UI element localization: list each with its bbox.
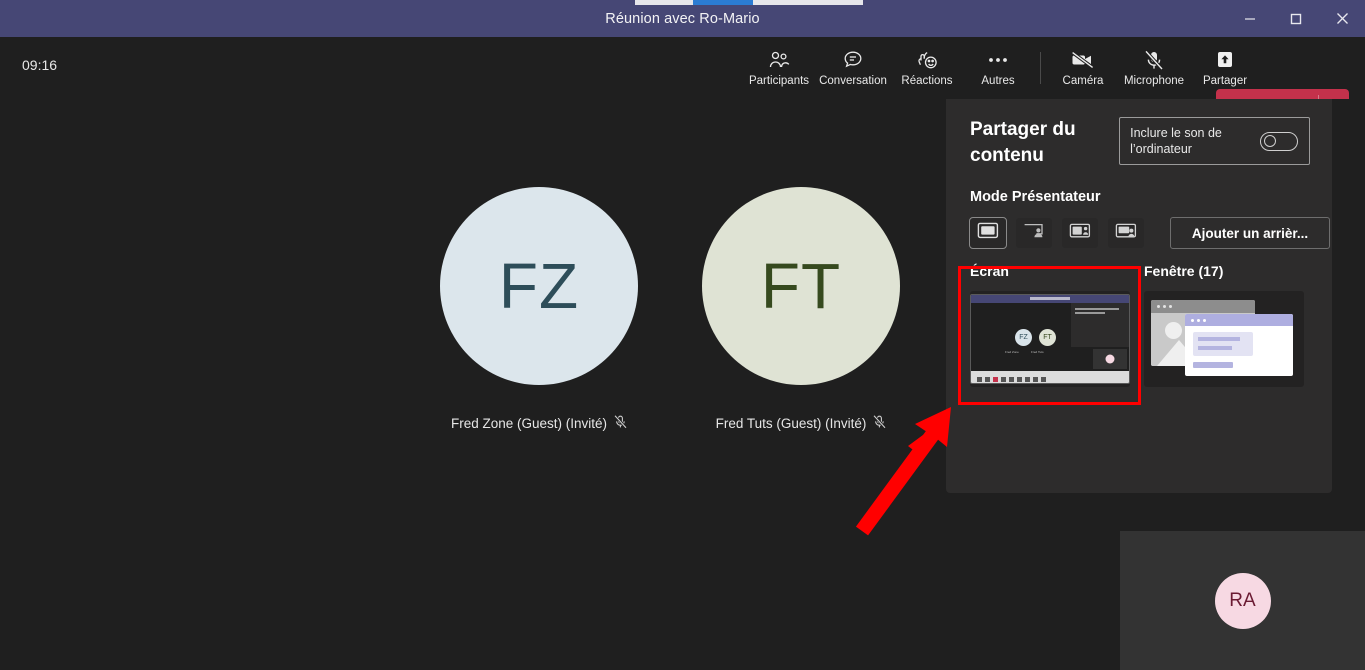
- content-only-icon: [977, 222, 999, 244]
- share-up-arrow-icon: [1214, 49, 1236, 71]
- avatar-initials: RA: [1229, 589, 1256, 611]
- avatar: FZ: [440, 187, 638, 385]
- screen-thumbnail[interactable]: FZ FT Fred Zone Fred Tuts: [970, 291, 1130, 387]
- toolbar-label: Partager: [1202, 75, 1248, 87]
- toolbar-button-microphone[interactable]: Microphone: [1117, 40, 1191, 96]
- include-computer-sound-toggle[interactable]: Inclure le son de l’ordinateur: [1119, 117, 1310, 165]
- tab-segment: [635, 0, 693, 5]
- close-icon[interactable]: [1319, 0, 1365, 37]
- toolbar-button-conversation[interactable]: Conversation: [816, 40, 890, 96]
- toolbar-buttons: Participants Conversation Réactions Autr…: [742, 37, 1259, 99]
- side-by-side-icon: [1069, 222, 1091, 244]
- participant-tile[interactable]: FT Fred Tuts (Guest) (Invité): [702, 187, 900, 432]
- toolbar-button-camera[interactable]: Caméra: [1049, 40, 1117, 96]
- toolbar-label: Microphone: [1123, 75, 1185, 87]
- presenter-mode-reporter[interactable]: [1108, 218, 1144, 248]
- presenter-mode-content-only[interactable]: [969, 217, 1007, 249]
- avatar: FT: [702, 187, 900, 385]
- share-source-screen[interactable]: Écran FZ FT Fred Zone Fred Tuts: [946, 263, 1130, 387]
- camera-off-icon: [1071, 49, 1095, 71]
- share-panel-title: Partager du contenu: [970, 119, 1076, 166]
- share-panel-header: Partager du contenu Inclure le son de l’…: [946, 99, 1332, 169]
- reactions-icon: [917, 49, 938, 71]
- ellipsis-icon: [987, 49, 1009, 71]
- people-icon: [769, 49, 790, 71]
- tab-strip: [635, 0, 925, 5]
- add-background-button[interactable]: Ajouter un arrièr...: [1170, 217, 1330, 249]
- standout-icon: [1023, 222, 1045, 244]
- toolbar-label: Caméra: [1062, 75, 1104, 87]
- mic-muted-icon: [614, 414, 627, 432]
- avatar-initials: FZ: [498, 250, 580, 322]
- window-thumbnail[interactable]: [1144, 291, 1304, 387]
- share-sources: Écran FZ FT Fred Zone Fred Tuts Fenêtre …: [946, 263, 1332, 387]
- teams-meeting-window: Réunion avec Ro-Mario 09:16 Participants…: [0, 0, 1365, 670]
- toolbar-button-participants[interactable]: Participants: [742, 40, 816, 96]
- toolbar-button-more[interactable]: Autres: [964, 40, 1032, 96]
- participant-name: Fred Tuts (Guest) (Invité): [715, 416, 867, 431]
- participant-tile[interactable]: FZ Fred Zone (Guest) (Invité): [440, 187, 638, 432]
- toolbar-divider: [1040, 52, 1041, 84]
- window-preview: [1147, 296, 1302, 382]
- avatar-initials: FT: [760, 250, 842, 322]
- toolbar-button-reactions[interactable]: Réactions: [890, 40, 964, 96]
- window-controls: [1227, 0, 1365, 37]
- tab-segment: [753, 0, 863, 5]
- chat-icon: [843, 49, 863, 71]
- title-bar: Réunion avec Ro-Mario: [0, 0, 1365, 37]
- participant-name-row: Fred Zone (Guest) (Invité): [450, 414, 627, 432]
- share-source-label: Fenêtre (17): [1144, 263, 1224, 279]
- presenter-mode-options: Ajouter un arrièr...: [969, 217, 1332, 249]
- mic-muted-icon: [873, 414, 887, 432]
- presenter-mode-title: Mode Présentateur: [970, 189, 1101, 205]
- tab-segment-active: [693, 0, 753, 5]
- toggle-knob: [1264, 135, 1276, 147]
- include-computer-sound-label: Inclure le son de l’ordinateur: [1130, 126, 1222, 156]
- share-source-label: Écran: [970, 263, 1009, 279]
- share-content-panel: Partager du contenu Inclure le son de l’…: [946, 99, 1332, 493]
- toolbar-label: Conversation: [819, 75, 887, 87]
- toolbar-label: Réactions: [901, 75, 953, 87]
- toolbar-label: Autres: [981, 75, 1015, 87]
- participant-tiles: FZ Fred Zone (Guest) (Invité) FT Fred Tu…: [440, 187, 940, 457]
- presenter-mode-standout[interactable]: [1016, 218, 1052, 248]
- toolbar-button-share[interactable]: Partager: [1191, 40, 1259, 96]
- maximize-icon[interactable]: [1273, 0, 1319, 37]
- avatar: RA: [1214, 572, 1271, 629]
- participant-name: Fred Zone (Guest) (Invité): [450, 416, 608, 431]
- window-title: Réunion avec Ro-Mario: [605, 10, 760, 27]
- meeting-clock: 09:16: [22, 57, 58, 73]
- minimize-icon[interactable]: [1227, 0, 1273, 37]
- self-view-tile[interactable]: RA: [1120, 531, 1365, 670]
- toolbar-label: Participants: [748, 75, 810, 87]
- screen-preview: FZ FT Fred Zone Fred Tuts: [970, 294, 1130, 384]
- reporter-icon: [1115, 222, 1137, 244]
- presenter-mode-side-by-side[interactable]: [1062, 218, 1098, 248]
- participant-name-row: Fred Tuts (Guest) (Invité): [715, 414, 887, 432]
- share-source-window[interactable]: Fenêtre (17): [1130, 263, 1304, 387]
- mic-off-icon: [1144, 49, 1164, 71]
- meeting-toolbar: 09:16 Participants Conversation Réaction…: [0, 37, 1365, 123]
- toggle-switch[interactable]: [1260, 131, 1298, 151]
